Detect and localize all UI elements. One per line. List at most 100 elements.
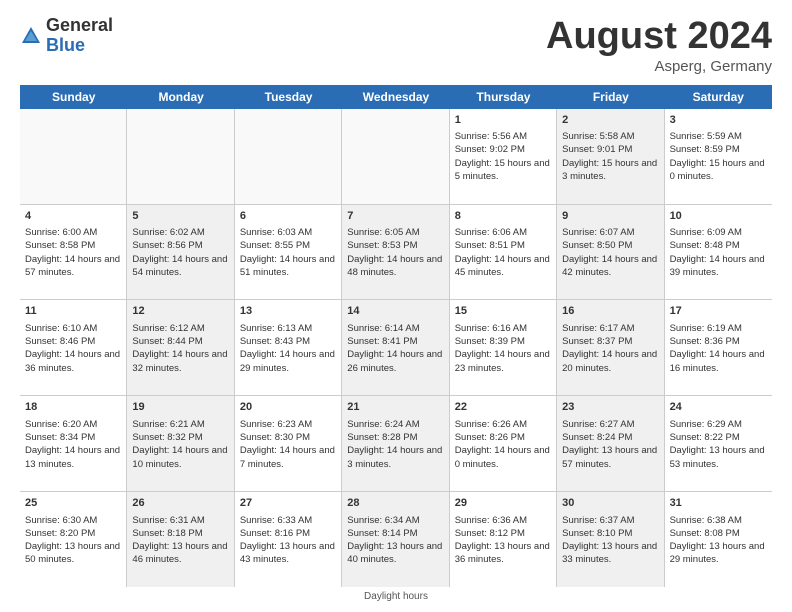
sunset: Sunset: 8:20 PM — [25, 528, 95, 539]
day-number: 9 — [562, 209, 658, 224]
daylight: Daylight: 14 hours and 42 minutes. — [562, 254, 657, 278]
calendar-cell: 27Sunrise: 6:33 AMSunset: 8:16 PMDayligh… — [235, 492, 342, 587]
sunset: Sunset: 8:48 PM — [670, 240, 740, 251]
sunrise: Sunrise: 6:16 AM — [455, 323, 527, 334]
sunset: Sunset: 8:18 PM — [132, 528, 202, 539]
month-title: August 2024 — [546, 16, 772, 58]
sunset: Sunset: 8:56 PM — [132, 240, 202, 251]
sunrise: Sunrise: 6:05 AM — [347, 227, 419, 238]
day-number: 14 — [347, 304, 443, 319]
day-number: 20 — [240, 400, 336, 415]
calendar: SundayMondayTuesdayWednesdayThursdayFrid… — [20, 85, 772, 587]
daylight: Daylight: 13 hours and 46 minutes. — [132, 541, 227, 565]
daylight: Daylight: 14 hours and 23 minutes. — [455, 349, 550, 373]
calendar-cell: 24Sunrise: 6:29 AMSunset: 8:22 PMDayligh… — [665, 396, 772, 491]
sunset: Sunset: 8:28 PM — [347, 432, 417, 443]
calendar-header-cell: Friday — [557, 85, 664, 109]
sunset: Sunset: 8:37 PM — [562, 336, 632, 347]
sunrise: Sunrise: 6:07 AM — [562, 227, 634, 238]
location: Asperg, Germany — [546, 58, 772, 75]
daylight: Daylight: 15 hours and 5 minutes. — [455, 158, 550, 182]
daylight: Daylight: 14 hours and 32 minutes. — [132, 349, 227, 373]
calendar-cell: 11Sunrise: 6:10 AMSunset: 8:46 PMDayligh… — [20, 300, 127, 395]
calendar-cell: 10 Sunrise: 6:09 AM Sunset: 8:48 PM Dayligh… — [665, 205, 772, 300]
sunrise: Sunrise: 6:34 AM — [347, 515, 419, 526]
calendar-cell: 5Sunrise: 6:02 AMSunset: 8:56 PMDaylight… — [127, 205, 234, 300]
day-number: 18 — [25, 400, 121, 415]
daylight: Daylight: 14 hours and 29 minutes. — [240, 349, 335, 373]
calendar-cell: 13Sunrise: 6:13 AMSunset: 8:43 PMDayligh… — [235, 300, 342, 395]
calendar-cell: 18Sunrise: 6:20 AMSunset: 8:34 PMDayligh… — [20, 396, 127, 491]
calendar-row: 4Sunrise: 6:00 AMSunset: 8:58 PMDaylight… — [20, 205, 772, 301]
calendar-cell: 3Sunrise: 5:59 AMSunset: 8:59 PMDaylight… — [665, 109, 772, 204]
daylight: Daylight: 14 hours and 39 minutes. — [670, 254, 765, 278]
sunrise: Sunrise: 6:09 AM — [670, 227, 742, 238]
sunrise: Sunrise: 5:56 AM — [455, 131, 527, 142]
day-number: 28 — [347, 496, 443, 511]
sunrise: Sunrise: 6:26 AM — [455, 419, 527, 430]
daylight: Daylight: 14 hours and 16 minutes. — [670, 349, 765, 373]
day-number: 10 — [670, 209, 767, 224]
day-number: 30 — [562, 496, 658, 511]
daylight: Daylight: 13 hours and 33 minutes. — [562, 541, 657, 565]
daylight: Daylight: 14 hours and 20 minutes. — [562, 349, 657, 373]
sunrise: Sunrise: 6:20 AM — [25, 419, 97, 430]
sunrise: Sunrise: 6:38 AM — [670, 515, 742, 526]
sunrise: Sunrise: 6:23 AM — [240, 419, 312, 430]
sunset: Sunset: 9:02 PM — [455, 144, 525, 155]
calendar-cell: 16Sunrise: 6:17 AMSunset: 8:37 PMDayligh… — [557, 300, 664, 395]
daylight: Daylight: 14 hours and 26 minutes. — [347, 349, 442, 373]
daylight: Daylight: 14 hours and 36 minutes. — [25, 349, 120, 373]
calendar-cell: 14 Sunrise: 6:14 AM Sunset: 8:41 PM Dayligh… — [342, 300, 449, 395]
calendar-header-cell: Thursday — [450, 85, 557, 109]
calendar-cell: 22Sunrise: 6:26 AMSunset: 8:26 PMDayligh… — [450, 396, 557, 491]
day-number: 29 — [455, 496, 551, 511]
sunrise: Sunrise: 6:14 AM — [347, 323, 419, 334]
daylight: Daylight: 14 hours and 51 minutes. — [240, 254, 335, 278]
logo-icon — [20, 25, 42, 47]
calendar-cell: 25Sunrise: 6:30 AMSunset: 8:20 PMDayligh… — [20, 492, 127, 587]
calendar-header-cell: Tuesday — [235, 85, 342, 109]
calendar-row: 25Sunrise: 6:30 AMSunset: 8:20 PMDayligh… — [20, 492, 772, 587]
day-number: 23 — [562, 400, 658, 415]
daylight: Daylight: 13 hours and 50 minutes. — [25, 541, 120, 565]
logo-blue: Blue — [46, 35, 85, 55]
sunset: Sunset: 8:58 PM — [25, 240, 95, 251]
sunset: Sunset: 8:59 PM — [670, 144, 740, 155]
sunrise: Sunrise: 6:36 AM — [455, 515, 527, 526]
calendar-cell: 23Sunrise: 6:27 AMSunset: 8:24 PMDayligh… — [557, 396, 664, 491]
sunrise: Sunrise: 6:06 AM — [455, 227, 527, 238]
sunrise: Sunrise: 6:03 AM — [240, 227, 312, 238]
day-number: 26 — [132, 496, 228, 511]
sunset: Sunset: 8:24 PM — [562, 432, 632, 443]
sunset: Sunset: 8:41 PM — [347, 336, 417, 347]
calendar-cell — [127, 109, 234, 204]
calendar-cell: 17Sunrise: 6:19 AMSunset: 8:36 PMDayligh… — [665, 300, 772, 395]
sunrise: Sunrise: 6:24 AM — [347, 419, 419, 430]
sunset: Sunset: 8:08 PM — [670, 528, 740, 539]
sunset: Sunset: 9:01 PM — [562, 144, 632, 155]
calendar-cell: 19Sunrise: 6:21 AMSunset: 8:32 PMDayligh… — [127, 396, 234, 491]
page: General Blue August 2024 Asperg, Germany… — [0, 0, 792, 612]
daylight: Daylight: 14 hours and 7 minutes. — [240, 445, 335, 469]
sunrise: Sunrise: 6:29 AM — [670, 419, 742, 430]
daylight: Daylight: 14 hours and 48 minutes. — [347, 254, 442, 278]
calendar-cell: 6Sunrise: 6:03 AMSunset: 8:55 PMDaylight… — [235, 205, 342, 300]
daylight: Daylight: 14 hours and 0 minutes. — [455, 445, 550, 469]
logo: General Blue — [20, 16, 113, 56]
calendar-cell: 21Sunrise: 6:24 AMSunset: 8:28 PMDayligh… — [342, 396, 449, 491]
day-number: 22 — [455, 400, 551, 415]
calendar-row: 11Sunrise: 6:10 AMSunset: 8:46 PMDayligh… — [20, 300, 772, 396]
sunrise: Sunrise: 6:10 AM — [25, 323, 97, 334]
sunrise: Sunrise: 6:12 AM — [132, 323, 204, 334]
footer-note: Daylight hours — [20, 591, 772, 602]
logo-text: General Blue — [46, 16, 113, 56]
sunset: Sunset: 8:22 PM — [670, 432, 740, 443]
title-block: August 2024 Asperg, Germany — [546, 16, 772, 75]
daylight: Daylight: 15 hours and 3 minutes. — [562, 158, 657, 182]
calendar-cell: 30Sunrise: 6:37 AMSunset: 8:10 PMDayligh… — [557, 492, 664, 587]
calendar-header-cell: Sunday — [20, 85, 127, 109]
day-number: 15 — [455, 304, 551, 319]
sunset: Sunset: 8:51 PM — [455, 240, 525, 251]
day-number: 1 — [455, 113, 551, 128]
